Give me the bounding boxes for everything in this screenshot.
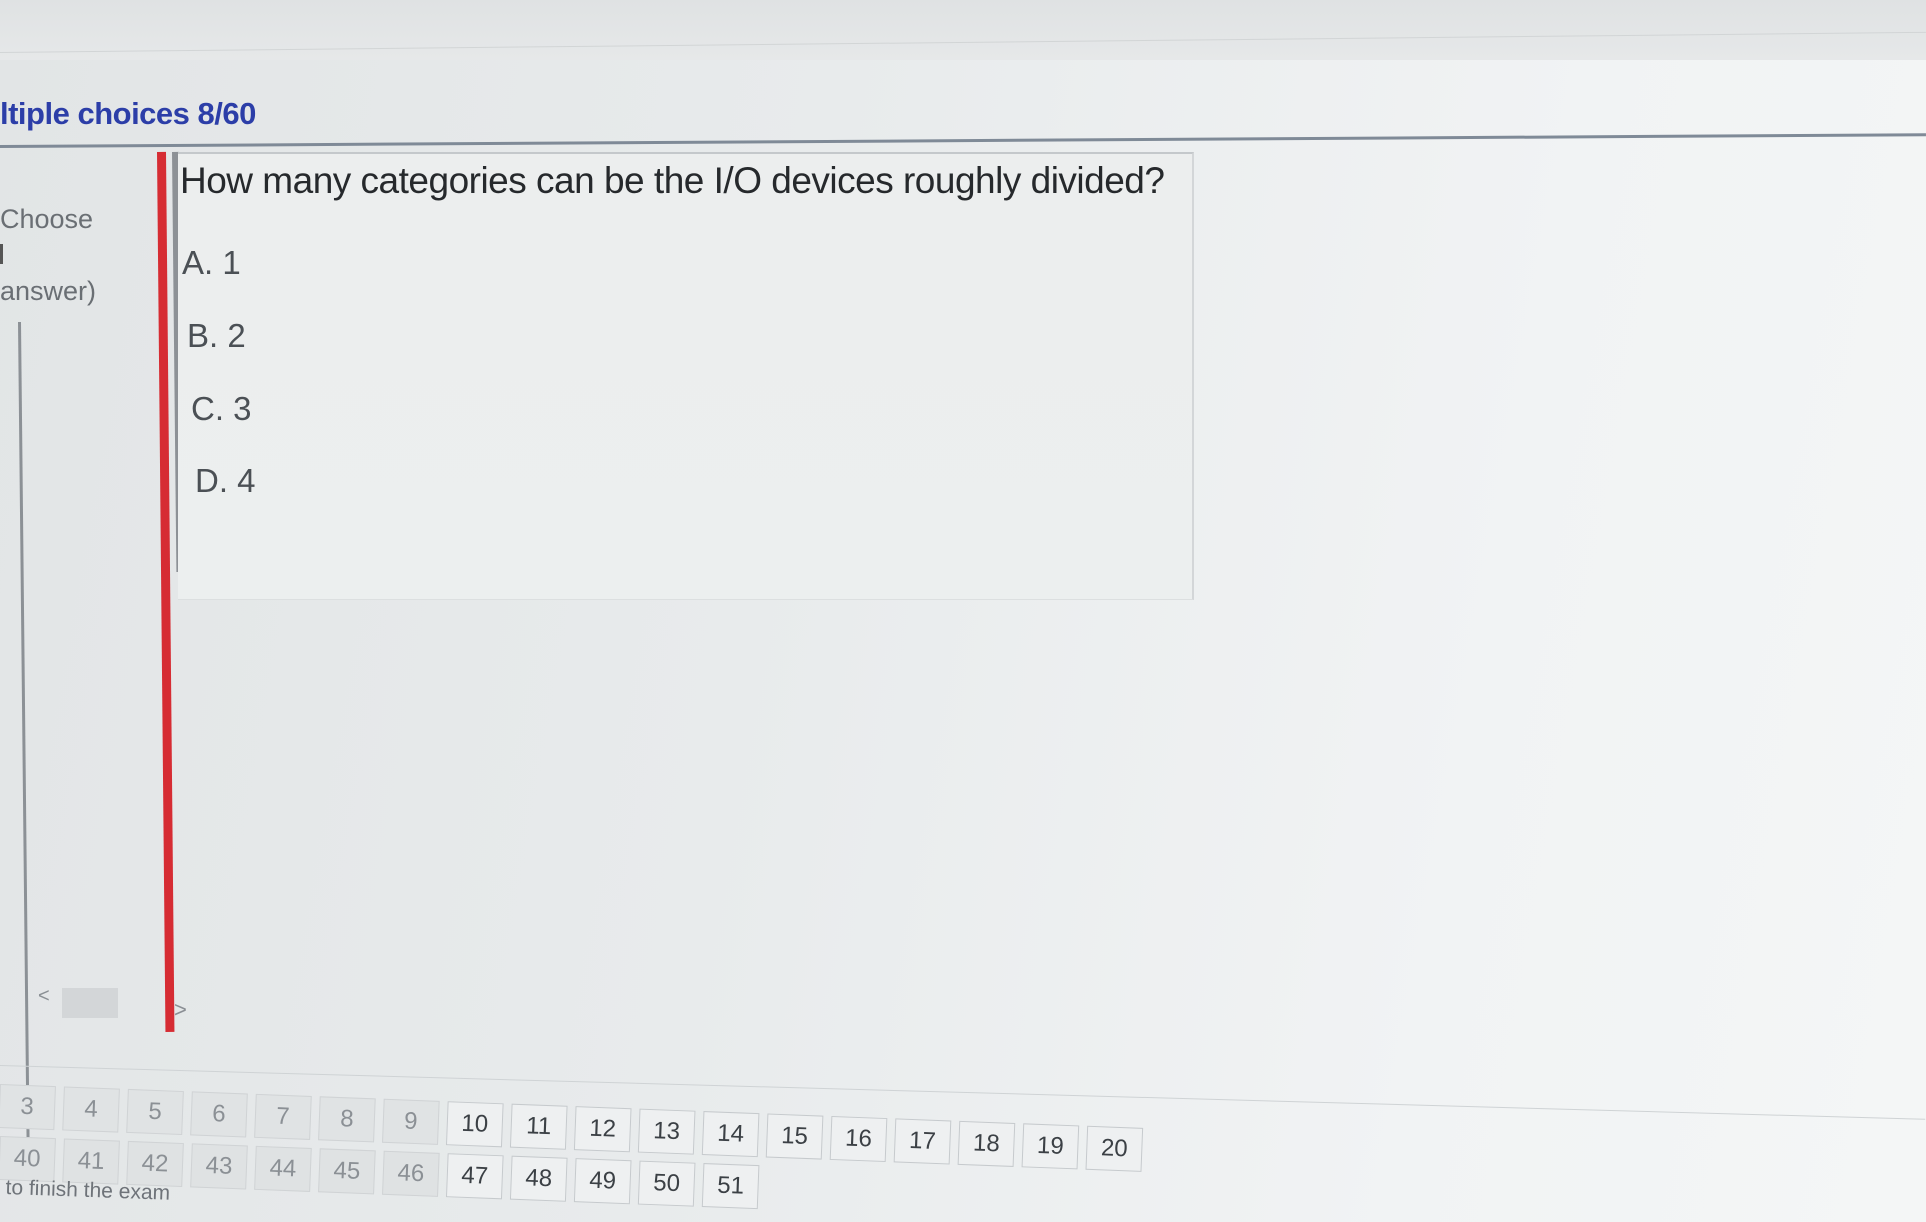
question-card: How many categories can be the I/O devic… (178, 152, 1194, 600)
question-button[interactable]: 10 (445, 1101, 504, 1148)
question-button[interactable]: 16 (829, 1115, 888, 1163)
horizontal-scrollbar-thumb[interactable] (62, 988, 118, 1018)
question-button[interactable]: 17 (893, 1118, 952, 1165)
question-button[interactable]: 49 (573, 1158, 632, 1205)
left-panel: Choose answer) (0, 152, 160, 1167)
scroll-left-arrow-icon[interactable]: < (38, 985, 50, 1008)
question-button[interactable]: 3 (0, 1084, 56, 1131)
text-tick-mark (0, 244, 3, 264)
exam-screen: ltiple choices 8/60 Choose answer) < > H… (0, 0, 1926, 1222)
answer-hint: answer) (0, 276, 97, 306)
choose-label: Choose (0, 204, 94, 234)
question-button[interactable]: 7 (254, 1093, 312, 1140)
question-button[interactable]: 4 (62, 1086, 120, 1133)
question-text: How many categories can be the I/O devic… (180, 160, 1165, 201)
question-navigator: 3 4 5 6 7 8 9 10 11 12 13 14 15 16 17 18… (0, 1050, 1926, 1222)
question-button[interactable]: 9 (382, 1098, 440, 1145)
question-button[interactable]: 48 (509, 1155, 568, 1202)
question-button[interactable]: 44 (254, 1145, 312, 1192)
question-button[interactable]: 11 (509, 1103, 568, 1150)
question-button[interactable]: 45 (318, 1148, 376, 1195)
question-button[interactable]: 43 (190, 1143, 248, 1190)
scroll-right-arrow-icon[interactable]: > (174, 997, 187, 1023)
header-divider (0, 133, 1926, 148)
question-button[interactable]: 8 (318, 1096, 376, 1143)
question-button[interactable]: 18 (957, 1120, 1016, 1167)
question-button[interactable]: 13 (637, 1108, 696, 1155)
section-title: ltiple choices 8/60 (0, 96, 256, 131)
question-button[interactable]: 14 (701, 1111, 760, 1158)
option-d[interactable]: D. 4 (195, 462, 256, 500)
question-button[interactable]: 51 (701, 1163, 760, 1210)
question-button[interactable]: 6 (190, 1091, 248, 1138)
top-toolbar-area (0, 0, 1926, 60)
question-button[interactable]: 47 (445, 1153, 504, 1200)
question-button[interactable]: 5 (126, 1088, 184, 1136)
question-button[interactable]: 50 (637, 1160, 696, 1207)
question-button[interactable]: 15 (765, 1113, 824, 1160)
finish-exam-hint: to finish the exam (5, 1176, 171, 1205)
question-button[interactable]: 46 (382, 1150, 440, 1197)
option-a[interactable]: A. 1 (182, 244, 241, 282)
option-c[interactable]: C. 3 (191, 390, 252, 428)
option-b[interactable]: B. 2 (187, 317, 246, 355)
left-panel-border (18, 321, 30, 1167)
question-button[interactable]: 12 (573, 1106, 632, 1153)
question-button[interactable]: 20 (1085, 1125, 1144, 1172)
question-button[interactable]: 19 (1021, 1123, 1080, 1170)
